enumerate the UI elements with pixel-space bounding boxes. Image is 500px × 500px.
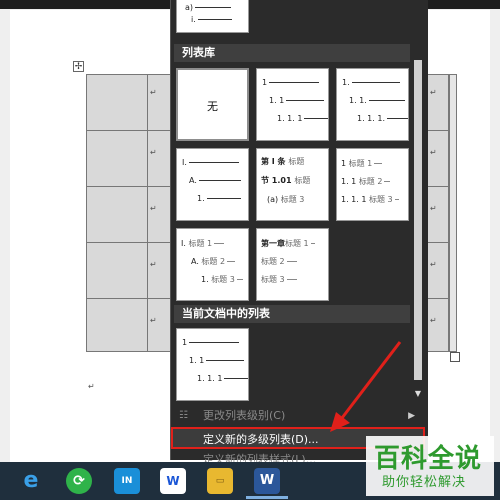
- tile-line: 1: [341, 159, 347, 168]
- tile-line: 1.: [197, 194, 205, 203]
- list-tile-roman[interactable]: I. A. 1.: [176, 148, 249, 221]
- table-cell[interactable]: [147, 74, 171, 131]
- list-tile-partial[interactable]: a) i.: [176, 0, 249, 33]
- table-cell[interactable]: [147, 130, 171, 187]
- list-tile-heading-numeric[interactable]: 1 标题 1 1. 1 标题 2 1. 1. 1 标题 3: [336, 148, 409, 221]
- paragraph-mark: ↵: [88, 382, 95, 391]
- table-resize-handle[interactable]: [450, 352, 460, 362]
- list-tile-chapter[interactable]: 第一章标题 1 标题 2 标题 3: [256, 228, 329, 301]
- tile-line: 1. 1: [341, 177, 357, 186]
- tile-line: 节 1.01: [261, 176, 292, 185]
- indent-icon: ☷: [179, 410, 188, 421]
- tile-line: 1.: [201, 275, 209, 284]
- table-edge: [449, 74, 457, 352]
- tile-line: 第 I 条: [261, 157, 286, 166]
- current-lists-header: 当前文档中的列表: [174, 305, 410, 323]
- paragraph-mark: ↵: [430, 148, 437, 157]
- tile-line: 标题 1: [285, 239, 309, 248]
- tile-line: 1. 1. 1: [341, 195, 367, 204]
- wps-icon[interactable]: W: [160, 468, 186, 494]
- tile-line: A.: [189, 176, 197, 185]
- tile-line: 标题: [294, 176, 311, 185]
- table-cell[interactable]: [427, 186, 449, 243]
- list-tile-article-section[interactable]: 第 I 条 标题 节 1.01 标题 (a) 标题 3: [256, 148, 329, 221]
- tile-line: 标题 3: [369, 195, 393, 204]
- table-cell[interactable]: [147, 186, 171, 243]
- tile-line: 标题 2: [261, 257, 285, 266]
- tile-line: I.: [181, 239, 186, 248]
- submenu-arrow-icon: ▶: [408, 411, 415, 421]
- tile-line: 1. 1: [189, 356, 205, 365]
- none-label: 无: [207, 100, 218, 113]
- tile-line: 标题 2: [358, 177, 383, 186]
- tile-line: 标题 3: [280, 195, 305, 204]
- tile-line: 标题 3: [211, 275, 235, 284]
- table-cell[interactable]: [147, 242, 171, 299]
- table-cell[interactable]: [86, 74, 148, 131]
- watermark-title: 百科全说: [374, 444, 483, 474]
- tile-line: I.: [182, 158, 187, 167]
- list-library-header: 列表库: [174, 44, 410, 62]
- scroll-down-icon[interactable]: ▼: [411, 388, 425, 400]
- tile-line: 标题: [288, 157, 305, 166]
- tile-line: 1. 1. 1.: [357, 114, 385, 123]
- table-cell[interactable]: [427, 130, 449, 187]
- tile-line: 1. 1. 1: [277, 114, 303, 123]
- table-cell[interactable]: [86, 130, 148, 187]
- table-cell[interactable]: [427, 242, 449, 299]
- word-icon[interactable]: W: [254, 468, 280, 494]
- tile-line: 1: [182, 338, 188, 347]
- list-tile-current[interactable]: 1 1. 1 1. 1. 1: [176, 328, 249, 401]
- tile-line: 标题 1: [348, 159, 373, 168]
- paragraph-mark: ↵: [430, 204, 437, 213]
- paragraph-mark: ↵: [150, 204, 157, 213]
- table-cell[interactable]: [427, 74, 449, 131]
- tile-line: a): [185, 3, 194, 12]
- table-cell[interactable]: [147, 298, 171, 352]
- table-cell[interactable]: [86, 186, 148, 243]
- paragraph-mark: ↵: [430, 88, 437, 97]
- tile-line: i.: [191, 15, 196, 24]
- watermark-subtitle: 助你轻松解决: [382, 475, 467, 490]
- edge-icon[interactable]: e: [18, 468, 44, 494]
- list-tile-none[interactable]: 无: [176, 68, 249, 141]
- table-cell[interactable]: [86, 298, 148, 352]
- paragraph-mark: ↵: [150, 148, 157, 157]
- paragraph-mark: ↵: [150, 316, 157, 325]
- paragraph-mark: ↵: [430, 260, 437, 269]
- table-cell[interactable]: [427, 298, 449, 352]
- scrollbar-thumb[interactable]: [414, 60, 422, 380]
- tile-line: 1. 1.: [349, 96, 367, 105]
- change-list-level-label: 更改列表级别(C): [203, 409, 286, 422]
- tile-line: (a): [267, 195, 279, 204]
- list-tile-numeric[interactable]: 1 1. 1 1. 1. 1: [256, 68, 329, 141]
- tile-line: 第一章: [261, 239, 285, 248]
- list-tile-heading-roman[interactable]: I. 标题 1 A. 标题 2 1. 标题 3: [176, 228, 249, 301]
- paragraph-mark: ↵: [150, 260, 157, 269]
- tile-line: 1: [262, 78, 268, 87]
- list-tile-numeric-dot[interactable]: 1. 1. 1. 1. 1. 1.: [336, 68, 409, 141]
- tile-line: 1. 1. 1: [197, 374, 223, 383]
- browser-360-icon[interactable]: ⟳: [66, 468, 92, 494]
- file-explorer-icon[interactable]: ▭: [207, 468, 233, 494]
- paragraph-mark: ↵: [430, 316, 437, 325]
- tile-line: 1. 1: [269, 96, 285, 105]
- paragraph-mark: ↵: [150, 88, 157, 97]
- active-app-indicator: [246, 496, 288, 499]
- tile-line: 1.: [342, 78, 350, 87]
- change-list-level-item[interactable]: ☷ 更改列表级别(C) ▶: [171, 405, 425, 427]
- table-move-handle[interactable]: ✢: [73, 61, 84, 72]
- app-icon[interactable]: IN: [114, 468, 140, 494]
- define-new-multilevel-list-label: 定义新的多级列表(D)...: [203, 433, 319, 446]
- tile-line: 标题 3: [261, 275, 285, 284]
- tile-line: 标题 1: [188, 239, 213, 248]
- tile-line: A.: [191, 257, 199, 266]
- tile-line: 标题 2: [201, 257, 226, 266]
- table-cell[interactable]: [86, 242, 148, 299]
